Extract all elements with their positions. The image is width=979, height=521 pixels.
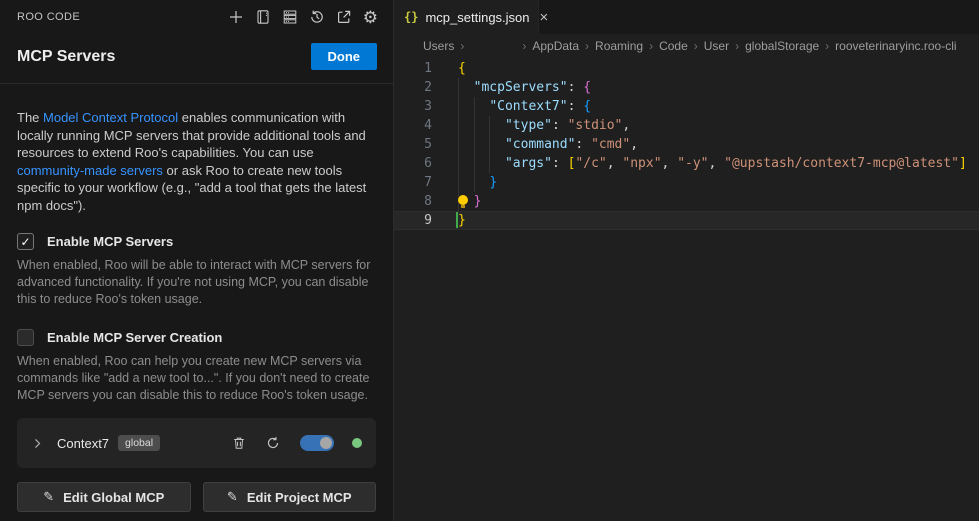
edit-buttons-row: ✎ Edit Global MCP ✎ Edit Project MCP: [17, 482, 376, 512]
code-line[interactable]: 7 }: [394, 173, 979, 192]
breadcrumb-item[interactable]: AppData: [532, 39, 579, 53]
breadcrumb-separator: ›: [460, 39, 464, 53]
server-row-context7[interactable]: Context7 global: [17, 418, 376, 468]
page-title: MCP Servers: [17, 48, 115, 66]
server-enabled-toggle[interactable]: [300, 435, 334, 451]
line-number: 7: [394, 173, 432, 192]
button-label: Edit Project MCP: [247, 490, 352, 505]
server-name: Context7: [57, 436, 109, 451]
check-icon: ✓: [20, 235, 30, 249]
tab-mcp-settings[interactable]: {} mcp_settings.json ×: [394, 0, 539, 34]
button-label: Edit Global MCP: [63, 490, 164, 505]
breadcrumb-separator: ›: [735, 39, 739, 53]
pencil-icon: ✎: [43, 489, 54, 505]
line-number: 9: [394, 211, 432, 230]
edit-project-mcp-button[interactable]: ✎ Edit Project MCP: [203, 482, 377, 512]
breadcrumb-item[interactable]: Roaming: [595, 39, 643, 53]
code-line[interactable]: 6 "args": ["/c", "npx", "-y", "@upstash/…: [394, 154, 979, 173]
line-number: 6: [394, 154, 432, 173]
panel-topbar: ROO CODE ⚙: [0, 0, 393, 34]
history-icon[interactable]: [309, 9, 325, 25]
line-number: 2: [394, 78, 432, 97]
restart-server-icon[interactable]: [266, 436, 280, 450]
breadcrumb-separator: ›: [694, 39, 698, 53]
panel-action-icons: ⚙: [228, 9, 378, 26]
community-made-servers-link[interactable]: community-made servers: [17, 163, 163, 178]
enable-mcp-servers-checkbox[interactable]: ✓: [17, 233, 34, 250]
editor-tab-bar: {} mcp_settings.json ×: [394, 0, 979, 35]
code-line[interactable]: 8 }: [394, 192, 979, 211]
enable-mcp-server-creation-row: Enable MCP Server Creation: [17, 329, 376, 346]
mcp-servers-icon[interactable]: [282, 9, 298, 25]
pencil-icon: ✎: [227, 489, 238, 505]
edit-global-mcp-button[interactable]: ✎ Edit Global MCP: [17, 482, 191, 512]
code-lines: 1{2 "mcpServers": {3 "Context7": {4 "typ…: [394, 59, 979, 230]
editor-pane: {} mcp_settings.json × Users › › AppData…: [394, 0, 979, 521]
server-status-dot: [352, 438, 362, 448]
code-editor[interactable]: 1{2 "mcpServers": {3 "Context7": {4 "typ…: [394, 57, 979, 521]
app-window: ROO CODE ⚙ MCP S: [0, 0, 979, 521]
intro-text: The: [17, 110, 43, 125]
plus-icon[interactable]: [228, 9, 244, 25]
code-line[interactable]: 4 "type": "stdio",: [394, 116, 979, 135]
tab-label: mcp_settings.json: [425, 10, 529, 25]
page-header: MCP Servers Done: [0, 34, 393, 83]
enable-mcp-server-creation-checkbox[interactable]: [17, 329, 34, 346]
enable-mcp-servers-row: ✓ Enable MCP Servers: [17, 233, 376, 250]
model-context-protocol-link[interactable]: Model Context Protocol: [43, 110, 178, 125]
checkbox-label: Enable MCP Servers: [47, 234, 173, 249]
line-number: 1: [394, 59, 432, 78]
panel-body: The Model Context Protocol enables commu…: [0, 84, 393, 521]
code-line[interactable]: 5 "command": "cmd",: [394, 135, 979, 154]
checkbox-label: Enable MCP Server Creation: [47, 330, 222, 345]
code-line[interactable]: 1{: [394, 59, 979, 78]
server-scope-badge: global: [118, 435, 160, 451]
breadcrumb-separator: ›: [649, 39, 653, 53]
roo-code-panel: ROO CODE ⚙ MCP S: [0, 0, 394, 521]
extension-title: ROO CODE: [17, 11, 80, 23]
breadcrumb-item[interactable]: rooveterinaryinc.roo-cli: [835, 39, 956, 53]
line-number: 3: [394, 97, 432, 116]
tab-close-icon[interactable]: ×: [540, 10, 549, 25]
intro-paragraph: The Model Context Protocol enables commu…: [17, 109, 376, 214]
code-line[interactable]: 3 "Context7": {: [394, 97, 979, 116]
line-number: 5: [394, 135, 432, 154]
lightbulb-icon[interactable]: [458, 195, 468, 205]
done-button[interactable]: Done: [311, 43, 378, 70]
breadcrumb-separator: ›: [585, 39, 589, 53]
line-number: 4: [394, 116, 432, 135]
line-number: 8: [394, 192, 432, 211]
breadcrumb-separator: ›: [825, 39, 829, 53]
breadcrumb-item[interactable]: Users: [423, 39, 454, 53]
delete-server-icon[interactable]: [232, 436, 246, 450]
breadcrumb-separator: ›: [522, 39, 526, 53]
code-line[interactable]: 9}: [394, 211, 979, 230]
settings-gear-icon[interactable]: ⚙: [363, 9, 378, 26]
popout-icon[interactable]: [336, 9, 352, 25]
text-cursor: [456, 212, 458, 228]
setting-description: When enabled, Roo will be able to intera…: [17, 257, 376, 308]
breadcrumb-item[interactable]: globalStorage: [745, 39, 819, 53]
chevron-right-icon[interactable]: [31, 437, 44, 450]
code-line[interactable]: 2 "mcpServers": {: [394, 78, 979, 97]
setting-description: When enabled, Roo can help you create ne…: [17, 353, 376, 404]
toggle-knob: [320, 437, 332, 449]
json-file-icon: {}: [404, 10, 418, 24]
breadcrumb-item[interactable]: User: [704, 39, 729, 53]
prompts-icon[interactable]: [255, 9, 271, 25]
breadcrumb: Users › › AppData › Roaming › Code › Use…: [394, 35, 979, 57]
breadcrumb-item[interactable]: Code: [659, 39, 688, 53]
